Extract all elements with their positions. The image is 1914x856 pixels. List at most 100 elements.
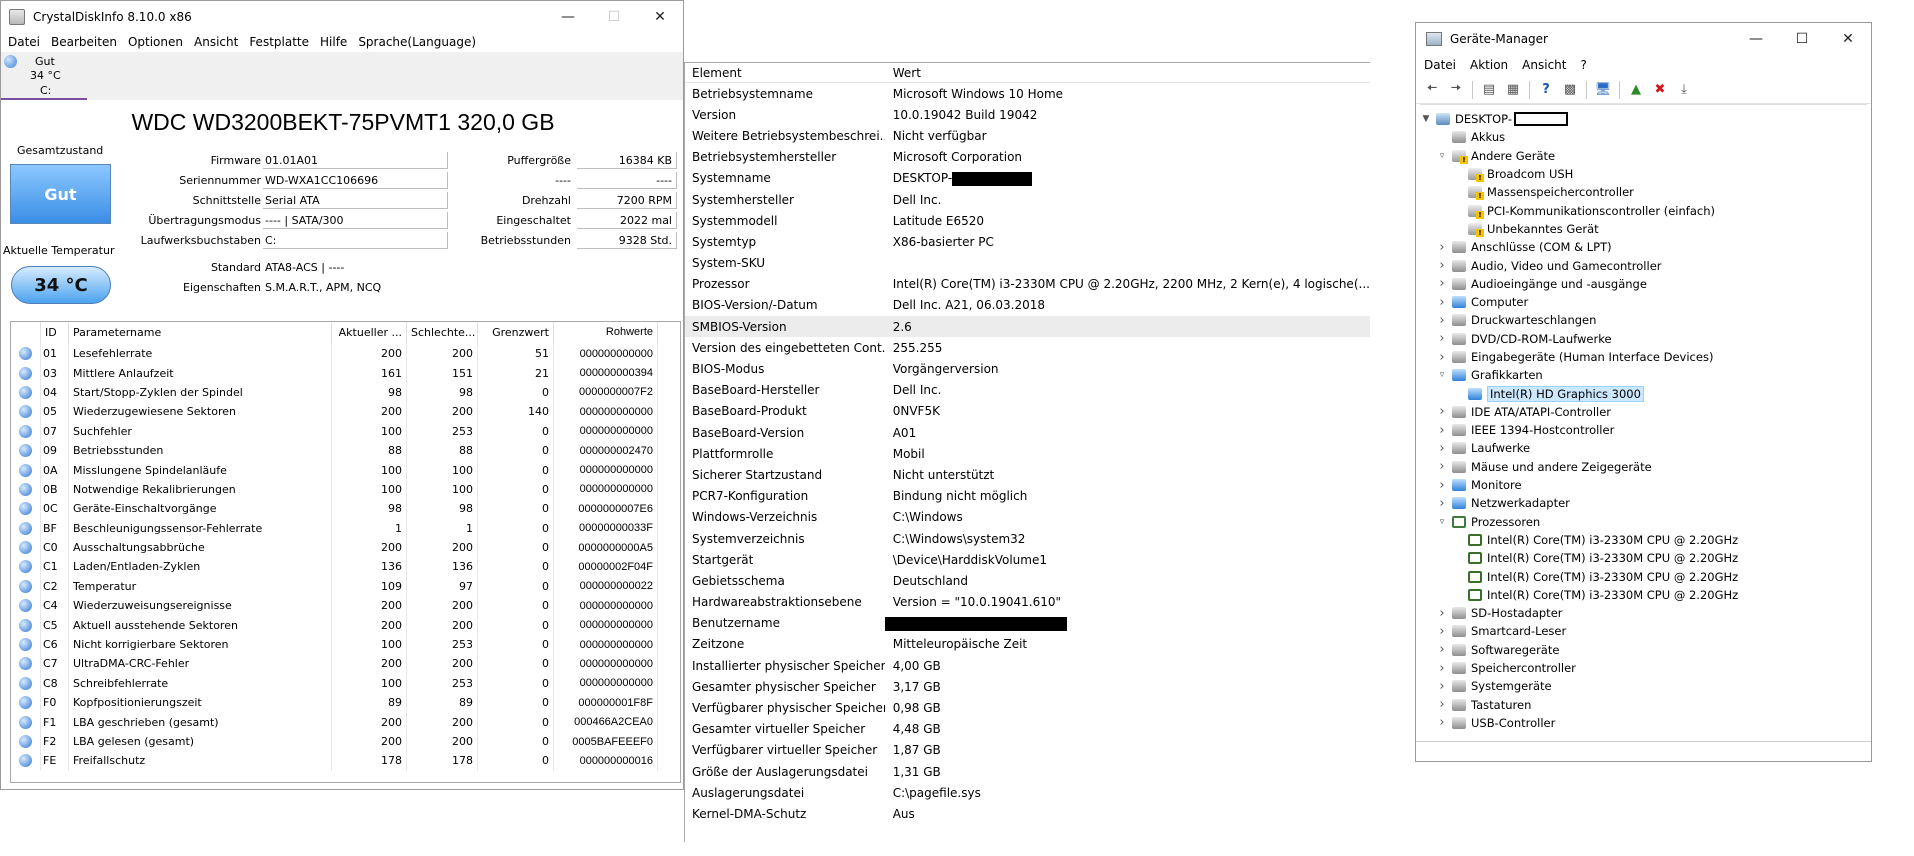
properties-icon[interactable]: ▦ (1503, 80, 1523, 100)
device-tree[interactable]: ▼ DESKTOP- Akkus ▿ Andere Geräte Broadcom U… (1420, 104, 1867, 754)
menu-item-sprache-language-[interactable]: Sprache(Language) (358, 35, 476, 49)
tree-node[interactable]: › Computer (1420, 293, 1867, 311)
col-header-raw[interactable]: Rohwerte (554, 322, 658, 344)
tree-node[interactable]: › Anschlüsse (COM & LPT) (1420, 238, 1867, 256)
sysinfo-row[interactable]: Startgerät \Device\HarddiskVolume1 (685, 549, 1370, 570)
sysinfo-row[interactable]: Gesamter virtueller Speicher 4,48 GB (685, 719, 1370, 740)
smart-row[interactable]: C7 UltraDMA-CRC-Fehler 200 200 0 000000000000 (11, 654, 680, 674)
tree-node[interactable]: Intel(R) Core(TM) i3-2330M CPU @ 2.20GHz (1420, 567, 1867, 585)
uninstall-icon[interactable]: ✖ (1650, 80, 1670, 100)
smart-row[interactable]: 0A Misslungene Spindelanläufe 100 100 0 00000… (11, 460, 680, 480)
tree-node[interactable]: › Audioeingänge und -ausgänge (1420, 275, 1867, 293)
minimize-icon[interactable]: — (545, 1, 591, 32)
tree-node[interactable]: › Druckwarteschlangen (1420, 311, 1867, 329)
collapse-chevron-icon[interactable]: ▼ (1420, 114, 1432, 124)
tree-node[interactable]: PCI-Kommunikationscontroller (einfach) (1420, 201, 1867, 219)
col-header-value[interactable]: Wert (885, 66, 1370, 80)
tree-node[interactable]: ▿ Prozessoren (1420, 513, 1867, 531)
tree-node[interactable]: ▿ Grafikkarten (1420, 366, 1867, 384)
sysinfo-row[interactable]: Version 10.0.19042 Build 19042 (685, 104, 1370, 125)
smart-row[interactable]: F1 LBA geschrieben (gesamt) 200 200 0 000466A… (11, 712, 680, 732)
tree-node[interactable]: › Monitore (1420, 476, 1867, 494)
menu-item-hilfe[interactable]: Hilfe (320, 35, 347, 49)
disable-device-icon[interactable]: ⤓ (1674, 80, 1694, 100)
sysinfo-row[interactable]: SMBIOS-Version 2.6 (685, 316, 1370, 338)
close-icon[interactable]: ✕ (637, 1, 683, 32)
expand-chevron-icon[interactable]: › (1436, 258, 1448, 273)
collapse-chevron-icon[interactable]: ▿ (1436, 151, 1448, 161)
smart-row[interactable]: C0 Ausschaltungsabbrüche 200 200 0 0000000000… (11, 537, 680, 558)
sysinfo-row[interactable]: Betriebsystemhersteller Microsoft Corpora… (685, 147, 1370, 168)
forward-arrow-icon[interactable]: 🠆 (1446, 80, 1466, 100)
sysinfo-row[interactable]: System-SKU (685, 253, 1370, 274)
sysinfo-row[interactable]: Zeitzone Mitteleuropäische Zeit (685, 634, 1370, 655)
smart-row[interactable]: 0B Notwendige Rekalibrierungen 100 100 0 0000… (11, 479, 680, 500)
expand-chevron-icon[interactable]: › (1436, 679, 1448, 694)
tree-node[interactable]: › IDE ATA/ATAPI-Controller (1420, 403, 1867, 421)
menu-item-bearbeiten[interactable]: Bearbeiten (51, 35, 117, 49)
tree-node[interactable]: › Laufwerke (1420, 439, 1867, 457)
smart-row[interactable]: 03 Mittlere Anlaufzeit 161 151 21 00000000039… (11, 363, 680, 383)
tree-node[interactable]: › Tastaturen (1420, 696, 1867, 714)
expand-chevron-icon[interactable]: › (1436, 661, 1448, 676)
sysinfo-row[interactable]: Auslagerungsdatei C:\pagefile.sys (685, 782, 1370, 803)
sysinfo-row[interactable]: Plattformrolle Mobil (685, 443, 1370, 464)
sysinfo-row[interactable]: Systemname DESKTOP- (685, 168, 1370, 189)
expand-chevron-icon[interactable]: › (1436, 715, 1448, 730)
col-header-element[interactable]: Element (685, 66, 885, 80)
expand-chevron-icon[interactable]: › (1436, 423, 1448, 438)
expand-chevron-icon[interactable]: › (1436, 624, 1448, 639)
menu-item-datei[interactable]: Datei (8, 35, 40, 49)
expand-chevron-icon[interactable]: › (1436, 459, 1448, 474)
expand-chevron-icon[interactable]: › (1436, 404, 1448, 419)
menu-item-aktion[interactable]: Aktion (1470, 58, 1508, 72)
sysinfo-row[interactable]: Systemmodell Latitude E6520 (685, 210, 1370, 231)
smart-row[interactable]: C2 Temperatur 109 97 0 000000000022 (11, 576, 680, 597)
smart-table[interactable]: ID Parametername Aktueller ... Schlechte… (10, 321, 681, 783)
col-header-threshold[interactable]: Grenzwert (478, 322, 554, 344)
sysinfo-row[interactable]: Größe der Auslagerungsdatei 1,31 GB (685, 761, 1370, 782)
health-status-button[interactable]: Gut (10, 164, 111, 224)
tree-node[interactable]: Broadcom USH (1420, 165, 1867, 183)
sysinfo-row[interactable]: Verfügbarer physischer Speicher 0,98 GB (685, 697, 1370, 718)
col-header-id[interactable]: ID (41, 322, 69, 344)
back-arrow-icon[interactable]: 🠄 (1422, 80, 1442, 100)
sysinfo-row[interactable]: PCR7-Konfiguration Bindung nicht möglich (685, 486, 1370, 507)
tree-root[interactable]: ▼ DESKTOP- (1420, 110, 1867, 128)
sysinfo-row[interactable]: Prozessor Intel(R) Core(TM) i3-2330M CPU … (685, 274, 1370, 295)
col-header-worst[interactable]: Schlechte... (407, 322, 478, 344)
expand-chevron-icon[interactable]: › (1436, 295, 1448, 310)
tree-node[interactable]: › SD-Hostadapter (1420, 604, 1867, 622)
sysinfo-row[interactable]: Verfügbarer virtueller Speicher 1,87 GB (685, 740, 1370, 761)
tree-node[interactable]: › Systemgeräte (1420, 677, 1867, 695)
smart-row[interactable]: C4 Wiederzuweisungsereignisse 200 200 0 00000… (11, 596, 680, 616)
tree-node[interactable]: › USB-Controller (1420, 714, 1867, 732)
tree-node[interactable]: › Mäuse und andere Zeigegeräte (1420, 458, 1867, 476)
tree-node[interactable]: Intel(R) Core(TM) i3-2330M CPU @ 2.20GHz (1420, 586, 1867, 604)
col-header-current[interactable]: Aktueller ... (332, 322, 407, 344)
drive-tab-c[interactable]: Gut 34 °C C: (1, 52, 87, 100)
expand-chevron-icon[interactable]: › (1436, 496, 1448, 511)
smart-row[interactable]: C6 Nicht korrigierbare Sektoren 100 253 0 000… (11, 634, 680, 655)
sysinfo-row[interactable]: Kernel-DMA-Schutz Aus (685, 803, 1370, 824)
smart-row[interactable]: F2 LBA gelesen (gesamt) 200 200 0 0005BAFEEEF… (11, 731, 680, 752)
view-icon[interactable]: ▩ (1560, 80, 1580, 100)
expand-chevron-icon[interactable]: › (1436, 313, 1448, 328)
smart-row[interactable]: BF Beschleunigungssensor-Fehlerrate 1 1 0 000… (11, 518, 680, 538)
expand-chevron-icon[interactable]: › (1436, 642, 1448, 657)
smart-row[interactable]: 01 Lesefehlerrate 200 200 51 000000000000 (11, 344, 680, 364)
menu-item-optionen[interactable]: Optionen (128, 35, 183, 49)
show-hide-tree-icon[interactable]: ▤ (1479, 80, 1499, 100)
col-header-name[interactable]: Parametername (69, 322, 332, 344)
expand-chevron-icon[interactable]: › (1436, 331, 1448, 346)
tree-node[interactable]: › DVD/CD-ROM-Laufwerke (1420, 330, 1867, 348)
smart-row[interactable]: C8 Schreibfehlerrate 100 253 0 000000000000 (11, 673, 680, 694)
smart-row[interactable]: C5 Aktuell ausstehende Sektoren 200 200 0 000… (11, 615, 680, 635)
smart-row[interactable]: 0C Geräte-Einschaltvorgänge 98 98 0 000000000… (11, 499, 680, 519)
sysinfo-row[interactable]: BaseBoard-Produkt 0NVF5K (685, 401, 1370, 422)
help-icon[interactable]: ? (1536, 80, 1556, 100)
expand-chevron-icon[interactable]: › (1436, 276, 1448, 291)
expand-chevron-icon[interactable]: › (1436, 441, 1448, 456)
sysinfo-row[interactable]: Gesamter physischer Speicher 3,17 GB (685, 676, 1370, 697)
tree-node[interactable]: ▿ Andere Geräte (1420, 147, 1867, 165)
